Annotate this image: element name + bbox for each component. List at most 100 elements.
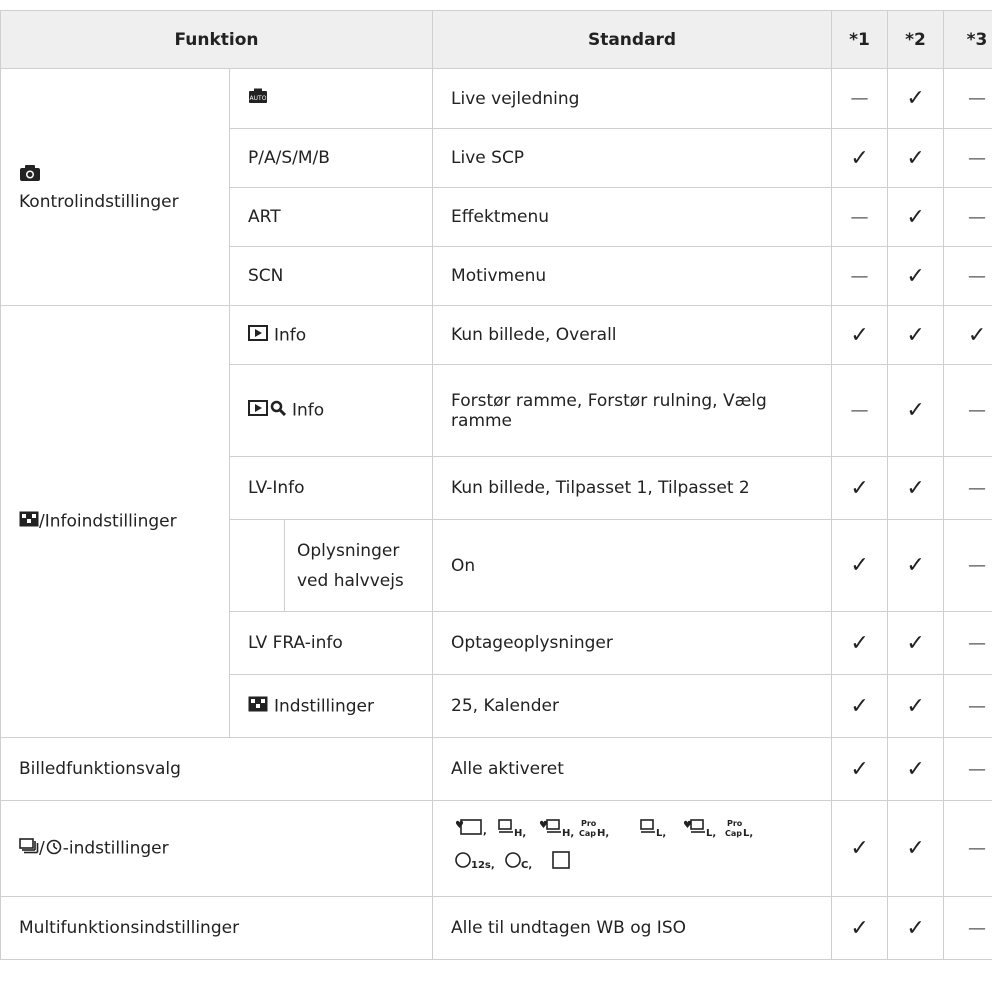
standard-value: Alle aktiveret <box>432 737 833 801</box>
flag-2: ✓ <box>887 364 945 457</box>
group-info-label: /Infoindstillinger <box>39 511 177 532</box>
self-timer-icon <box>45 837 63 860</box>
flag-2: ✓ <box>887 611 945 675</box>
grid-icon <box>19 511 39 532</box>
svg-text:Cap: Cap <box>725 829 742 838</box>
flag-1: ✓ <box>831 674 889 738</box>
play-icon <box>248 324 268 346</box>
svg-text:C,: C, <box>521 860 532 871</box>
svg-text:Pro: Pro <box>581 819 597 828</box>
play-icon <box>248 400 268 421</box>
group-billed: Billedfunktionsvalg <box>0 737 434 801</box>
flag-3: — <box>943 456 992 520</box>
standard-value: Forstør ramme, Forstør rulning, Vælg ram… <box>432 364 833 457</box>
flag-1: ✓ <box>831 611 889 675</box>
flag-2: ✓ <box>887 737 945 801</box>
grid-icon <box>248 696 268 717</box>
mode-play-info: Info <box>228 305 434 365</box>
table-row: Kontrolindstillinger AUTO Live vejlednin… <box>0 68 992 306</box>
flag-3: — <box>943 364 992 457</box>
auto-mode-icon: AUTO <box>248 88 268 109</box>
group-kontrol: Kontrolindstillinger <box>0 68 230 306</box>
flag-1: — <box>831 246 889 306</box>
standard-value: Effektmenu <box>432 187 833 247</box>
flag-1: — <box>831 187 889 247</box>
mode-label: Indstillinger <box>274 696 375 716</box>
svg-text:Cap: Cap <box>579 829 596 838</box>
mode-label: LV FRA-info <box>228 611 434 675</box>
standard-value: Alle til undtagen WB og ISO <box>432 896 833 960</box>
header-row: Funktion Standard *1 *2 *3 <box>0 10 992 69</box>
flag-2: ✓ <box>887 674 945 738</box>
camera-icon <box>19 163 41 188</box>
flag-1: ✓ <box>831 737 889 801</box>
svg-text:AUTO: AUTO <box>250 95 267 102</box>
header-1: *1 <box>831 10 889 69</box>
mode-label: ART <box>228 187 434 247</box>
mode-label: SCN <box>228 246 434 306</box>
group-multi: Multifunktionsindstillinger <box>0 896 434 960</box>
svg-text:,: , <box>483 826 487 837</box>
flag-1: ✓ <box>831 896 889 960</box>
flag-1: ✓ <box>831 519 889 612</box>
flag-3: — <box>943 611 992 675</box>
svg-text:♥: ♥ <box>455 820 464 831</box>
flag-3: — <box>943 246 992 306</box>
svg-text:Pro: Pro <box>727 819 743 828</box>
flag-2: ✓ <box>887 187 945 247</box>
group-info: /Infoindstillinger <box>0 305 230 738</box>
magnifier-icon <box>270 400 287 421</box>
flag-3: — <box>943 800 992 897</box>
mode-label: Info <box>274 325 307 345</box>
settings-table: Funktion Standard *1 *2 *3 Kontrolindsti… <box>0 10 992 960</box>
flag-3: — <box>943 519 992 612</box>
flag-2: ✓ <box>887 519 945 612</box>
svg-text:L,: L, <box>743 828 753 839</box>
mode-grid-settings: Indstillinger <box>228 674 434 738</box>
standard-value: Optageoplysninger <box>432 611 833 675</box>
mode-label: Info <box>292 400 325 421</box>
mode-play-zoom-info: Info <box>228 364 434 457</box>
flag-3: — <box>943 737 992 801</box>
flag-2: ✓ <box>887 128 945 188</box>
mode-label: LV-Info <box>228 456 434 520</box>
flag-2: ✓ <box>887 305 945 365</box>
svg-text:H,: H, <box>562 828 574 839</box>
svg-text:L,: L, <box>706 828 716 839</box>
mode-auto: AUTO <box>228 68 434 129</box>
header-function: Funktion <box>0 10 434 69</box>
mode-label: P/A/S/M/B <box>228 128 434 188</box>
flag-1: ✓ <box>831 305 889 365</box>
flag-3: — <box>943 674 992 738</box>
table-row: Multifunktionsindstillinger Alle til und… <box>0 896 992 960</box>
table-row: / -indstillinger ♥ , H, ♥ H, Pro Cap H, … <box>0 800 992 897</box>
group-seq-label: -indstillinger <box>62 838 169 859</box>
group-seq: / -indstillinger <box>0 800 434 897</box>
flag-2: ✓ <box>887 896 945 960</box>
flag-3: ✓ <box>943 305 992 365</box>
drive-mode-icons-graphic: ♥, H, ♥H, ProCap H, L, ♥L, ProCap L, 12s, … <box>455 819 753 871</box>
flag-1: ✓ <box>831 800 889 897</box>
flag-1: — <box>831 364 889 457</box>
sequential-shooting-icon <box>19 838 39 859</box>
standard-value: Motivmenu <box>432 246 833 306</box>
standard-value: 25, Kalender <box>432 674 833 738</box>
svg-text:H,: H, <box>514 828 526 839</box>
standard-value: Live vejledning <box>432 68 833 129</box>
header-2: *2 <box>887 10 945 69</box>
flag-2: ✓ <box>887 800 945 897</box>
flag-1: ✓ <box>831 456 889 520</box>
flag-3: — <box>943 128 992 188</box>
group-kontrol-label: Kontrolindstillinger <box>19 191 179 212</box>
drive-mode-icons: ♥, H, ♥ H, Pro Cap H, L, ♥ L, Pro Cap L, 12s, … <box>432 800 833 897</box>
mode-label: Oplysninger ved halvvejs <box>283 519 434 612</box>
flag-1: ✓ <box>831 128 889 188</box>
flag-3: — <box>943 187 992 247</box>
standard-value: Kun billede, Tilpasset 1, Tilpasset 2 <box>432 456 833 520</box>
svg-text:H,: H, <box>597 828 609 839</box>
flag-3: — <box>943 68 992 129</box>
flag-2: ✓ <box>887 246 945 306</box>
flag-3: — <box>943 896 992 960</box>
indent-spacer <box>229 519 285 612</box>
standard-value: Kun billede, Overall <box>432 305 833 365</box>
